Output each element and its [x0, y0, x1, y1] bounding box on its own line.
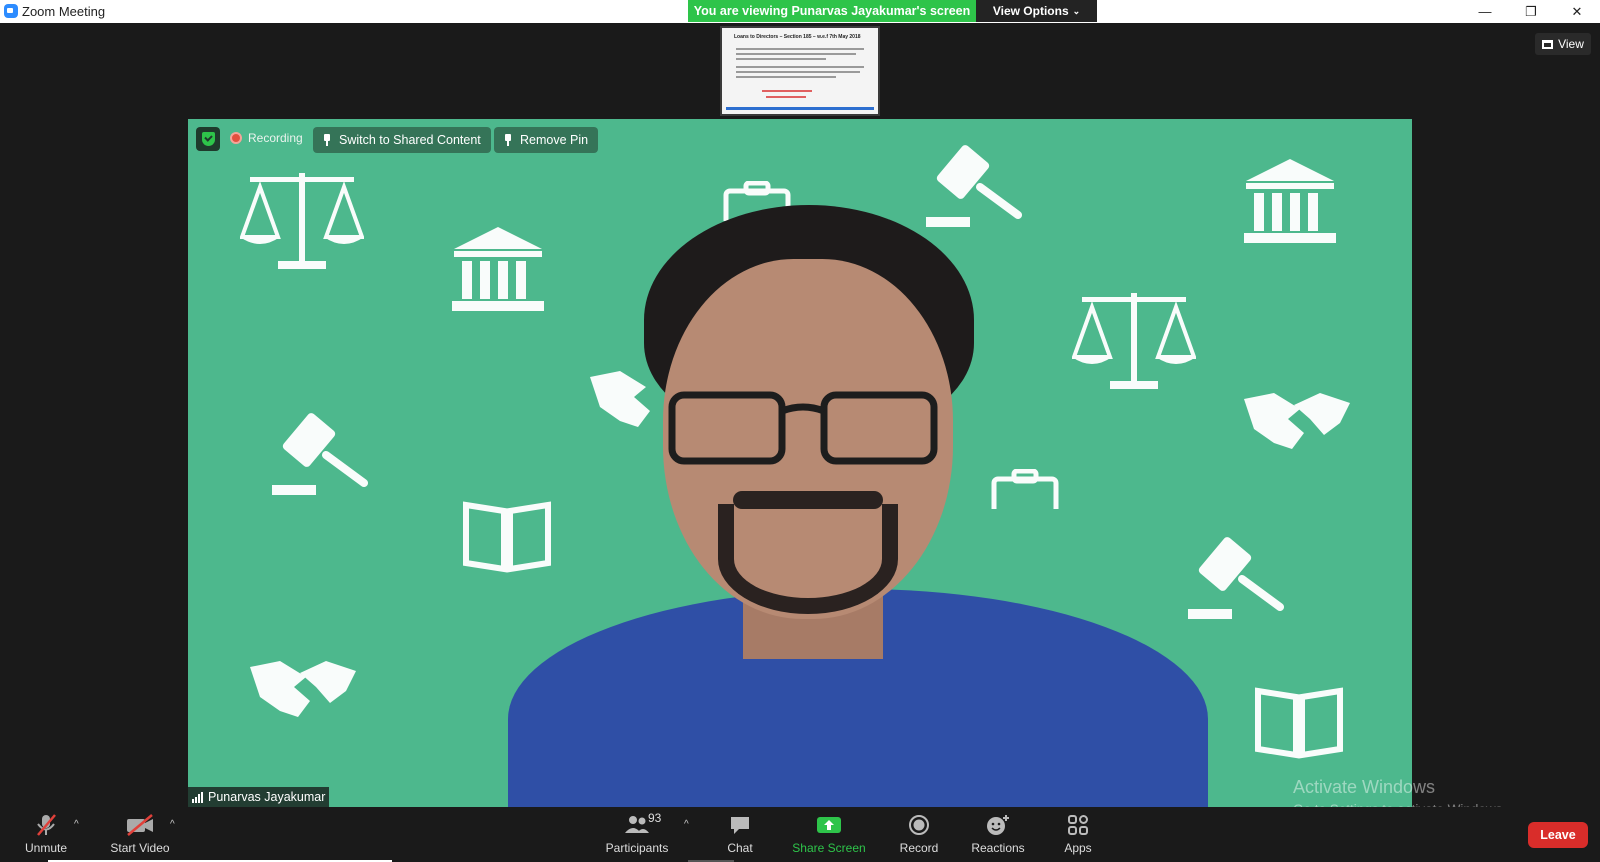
viewing-screen-banner: You are viewing Punarvas Jayakumar's scr…	[688, 0, 976, 22]
view-options-label: View Options	[992, 4, 1069, 18]
view-options-button[interactable]: View Options ⌄	[976, 0, 1097, 22]
record-button[interactable]: Record	[896, 813, 942, 855]
chat-button[interactable]: Chat	[720, 813, 760, 855]
participants-options-chevron-icon[interactable]: ^	[684, 819, 689, 830]
open-book-icon	[1255, 687, 1343, 759]
meeting-toolbar: Unmute ^ Start Video ^ 93 Participants ^…	[0, 807, 1600, 862]
thumbnail-annotation	[762, 90, 812, 92]
scales-of-justice-icon	[240, 173, 364, 269]
thumbnail-title: Loans to Directors – Section 185 – w.e.f…	[734, 34, 861, 40]
participant-name-tag: Punarvas Jayakumar	[188, 787, 330, 807]
leave-button[interactable]: Leave	[1528, 822, 1588, 848]
unmute-button[interactable]: Unmute	[22, 813, 70, 855]
remove-pin-label: Remove Pin	[520, 133, 589, 147]
share-screen-button[interactable]: Share Screen	[792, 813, 866, 855]
camera-off-icon	[126, 813, 154, 837]
apps-button[interactable]: Apps	[1060, 813, 1096, 855]
view-layout-button[interactable]: View	[1535, 33, 1591, 55]
switch-to-shared-content-label: Switch to Shared Content	[339, 133, 481, 147]
switch-to-shared-content-button[interactable]: Switch to Shared Content	[313, 127, 491, 153]
reactions-button[interactable]: Reactions	[970, 813, 1026, 855]
active-speaker-video[interactable]: Recording Switch to Shared Content Remov…	[188, 119, 1412, 807]
thumbnail-text-line	[736, 53, 856, 55]
thumbnail-text-line	[736, 71, 860, 73]
recording-label: Recording	[248, 131, 303, 145]
handshake-icon	[250, 661, 356, 717]
participants-count: 93	[648, 811, 662, 825]
chat-bubble-icon	[729, 813, 751, 837]
thumbnail-text-line	[736, 58, 826, 60]
video-options-chevron-icon[interactable]: ^	[170, 819, 175, 830]
record-label: Record	[899, 841, 939, 855]
start-video-label: Start Video	[110, 841, 170, 855]
audio-options-chevron-icon[interactable]: ^	[74, 819, 79, 830]
minimize-button[interactable]: —	[1462, 0, 1508, 23]
thumbnail-text-line	[736, 76, 836, 78]
speaker-beard	[718, 504, 898, 614]
reactions-label: Reactions	[971, 841, 1025, 855]
encryption-shield-icon[interactable]	[196, 127, 220, 151]
chevron-down-icon: ⌄	[1072, 5, 1081, 16]
chat-label: Chat	[727, 841, 753, 855]
pin-icon	[504, 134, 512, 146]
remove-pin-button[interactable]: Remove Pin	[494, 127, 599, 153]
participants-icon: 93	[624, 811, 661, 837]
close-button[interactable]: ✕	[1554, 0, 1600, 23]
thumbnail-text-line	[736, 48, 864, 50]
participant-name: Punarvas Jayakumar	[208, 790, 326, 804]
shared-screen-thumbnail[interactable]: Loans to Directors – Section 185 – w.e.f…	[720, 26, 880, 116]
smiley-plus-icon	[986, 813, 1010, 837]
open-book-icon	[463, 501, 551, 573]
window-title: Zoom Meeting	[22, 4, 106, 19]
apps-icon	[1068, 813, 1088, 837]
share-screen-icon	[816, 813, 842, 837]
recording-indicator[interactable]: Recording	[230, 131, 303, 145]
thumbnail-text-line	[736, 66, 864, 68]
restore-button[interactable]: ❐	[1508, 0, 1554, 23]
unmute-label: Unmute	[24, 841, 68, 855]
watermark-line-1: Activate Windows	[1293, 777, 1436, 797]
view-layout-label: View	[1558, 37, 1584, 51]
courthouse-icon	[452, 227, 544, 311]
share-screen-label: Share Screen	[792, 841, 866, 855]
participants-button[interactable]: 93 Participants	[600, 811, 674, 855]
gavel-icon	[272, 413, 368, 495]
speaker-glasses	[668, 391, 938, 465]
grid-view-icon	[1542, 39, 1554, 49]
thumbnail-footer-bar	[726, 107, 874, 110]
recording-dot-icon	[230, 132, 242, 144]
apps-label: Apps	[1064, 841, 1092, 855]
start-video-button[interactable]: Start Video	[106, 813, 174, 855]
pin-icon	[323, 134, 331, 146]
clipboard-icon	[991, 469, 1059, 509]
scales-of-justice-icon	[1072, 293, 1196, 389]
handshake-icon	[590, 371, 650, 427]
gavel-icon	[1188, 537, 1284, 619]
connection-signal-icon	[192, 791, 203, 803]
gavel-icon	[926, 145, 1022, 227]
record-icon	[908, 813, 930, 837]
thumbnail-annotation	[766, 96, 806, 98]
microphone-muted-icon	[35, 813, 57, 837]
participants-label: Participants	[605, 841, 669, 855]
zoom-app-icon	[4, 4, 18, 18]
handshake-icon	[1244, 393, 1350, 449]
courthouse-icon	[1244, 159, 1336, 243]
